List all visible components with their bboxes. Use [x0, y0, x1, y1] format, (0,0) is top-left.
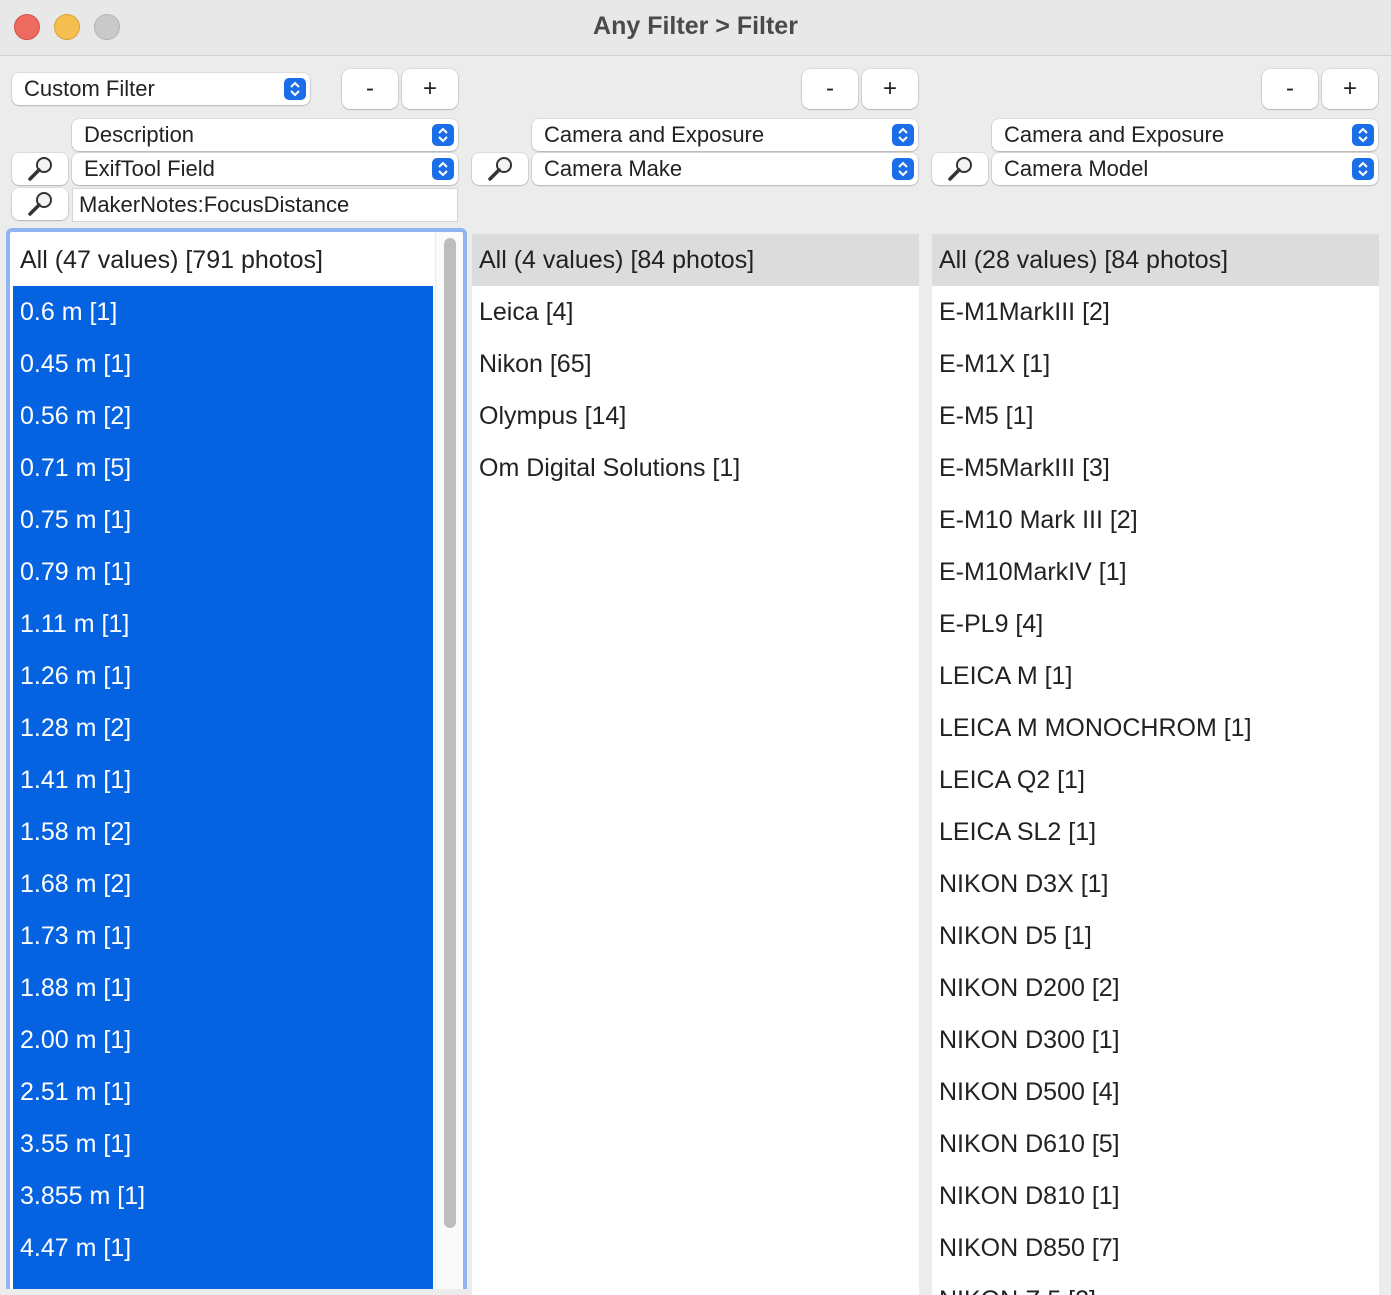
list-item[interactable]: NIKON D300 [1] — [932, 1014, 1379, 1066]
list-item[interactable]: 1.26 m [1] — [13, 650, 433, 702]
list-item[interactable]: 1.41 m [1] — [13, 754, 433, 806]
column-3-search-button[interactable] — [932, 153, 988, 185]
preset-popup-value: Custom Filter — [24, 76, 155, 101]
remove-column-2-button[interactable]: - — [802, 69, 858, 109]
camera-model-list[interactable]: All (28 values) [84 photos] E-M1MarkIII … — [932, 234, 1379, 1295]
window-title: Any Filter > Filter — [593, 12, 798, 40]
list-item[interactable]: E-PL9 [4] — [932, 598, 1379, 650]
list-item[interactable]: All (28 values) [84 photos] — [932, 234, 1379, 286]
list-item[interactable]: 4.47 m [1] — [13, 1222, 433, 1274]
column-1-category-value: Description — [84, 122, 195, 147]
list-item[interactable]: NIKON D810 [1] — [932, 1170, 1379, 1222]
up-down-chevron-icon — [432, 124, 454, 146]
up-down-chevron-icon — [892, 124, 914, 146]
column-2-field-popup[interactable]: Camera Make — [532, 153, 918, 185]
list-item[interactable]: 1.73 m [1] — [13, 910, 433, 962]
list-item[interactable]: LEICA Q2 [1] — [932, 754, 1379, 806]
list-item[interactable]: 1.68 m [2] — [13, 858, 433, 910]
column-1-search-button[interactable] — [12, 153, 68, 185]
list-item[interactable]: E-M5MarkIII [3] — [932, 442, 1379, 494]
list-item[interactable]: 2.00 m [1] — [13, 1014, 433, 1066]
column-2-category-popup[interactable]: Camera and Exposure — [532, 119, 918, 151]
column-2-field-value: Camera Make — [544, 156, 683, 181]
magnifier-icon — [948, 157, 972, 181]
list-item[interactable]: 2.51 m [1] — [13, 1066, 433, 1118]
add-column-2-button[interactable]: + — [862, 69, 918, 109]
list-item[interactable]: 1.11 m [1] — [13, 598, 433, 650]
list-item[interactable]: Olympus [14] — [472, 390, 919, 442]
camera-make-list[interactable]: All (4 values) [84 photos] Leica [4] Nik… — [472, 234, 919, 1295]
list-item[interactable]: E-M1X [1] — [932, 338, 1379, 390]
list-item[interactable]: 1.58 m [2] — [13, 806, 433, 858]
magnifier-icon — [488, 157, 512, 181]
list-item[interactable]: NIKON D500 [4] — [932, 1066, 1379, 1118]
up-down-chevron-icon — [284, 78, 306, 100]
up-down-chevron-icon — [432, 158, 454, 180]
list-item[interactable]: E-M10 Mark III [2] — [932, 494, 1379, 546]
list-item[interactable]: 0.75 m [1] — [13, 494, 433, 546]
list-item[interactable]: LEICA M [1] — [932, 650, 1379, 702]
column-2-category-value: Camera and Exposure — [544, 122, 765, 147]
scrollbar-thumb[interactable] — [444, 238, 456, 1228]
column-1-field-value: ExifTool Field — [84, 156, 215, 181]
list-item[interactable]: E-M5 [1] — [932, 390, 1379, 442]
column-3-field-popup[interactable]: Camera Model — [992, 153, 1378, 185]
list-item[interactable]: E-M10MarkIV [1] — [932, 546, 1379, 598]
list-item[interactable]: 0.79 m [1] — [13, 546, 433, 598]
column-2-search-button[interactable] — [472, 153, 528, 185]
title-bar: Any Filter > Filter — [0, 0, 1391, 56]
list-item[interactable]: NIKON D200 [2] — [932, 962, 1379, 1014]
column-1-category-popup[interactable]: Description — [72, 119, 458, 151]
list-item[interactable]: 0.71 m [5] — [13, 442, 433, 494]
list-item[interactable]: 3.55 m [1] — [13, 1118, 433, 1170]
up-down-chevron-icon — [1352, 124, 1374, 146]
list-item[interactable]: 4.72 m [2] — [13, 1274, 433, 1289]
list-item[interactable]: NIKON D850 [7] — [932, 1222, 1379, 1274]
list-item[interactable]: 3.855 m [1] — [13, 1170, 433, 1222]
custom-field-input[interactable]: MakerNotes:FocusDistance — [72, 188, 458, 222]
column-1-field-popup[interactable]: ExifTool Field — [72, 153, 458, 185]
scrollbar[interactable] — [435, 232, 463, 1289]
list-item[interactable]: 1.28 m [2] — [13, 702, 433, 754]
list-item[interactable]: NIKON D610 [5] — [932, 1118, 1379, 1170]
add-column-3-button[interactable]: + — [1322, 69, 1378, 109]
list-item[interactable]: 0.45 m [1] — [13, 338, 433, 390]
preset-popup[interactable]: Custom Filter — [12, 73, 310, 105]
list-item[interactable]: 1.88 m [1] — [13, 962, 433, 1014]
list-item[interactable]: All (47 values) [791 photos] — [13, 234, 433, 286]
up-down-chevron-icon — [1352, 158, 1374, 180]
column-1-field-search-button[interactable] — [12, 188, 68, 220]
column-3-category-popup[interactable]: Camera and Exposure — [992, 119, 1378, 151]
add-column-1-button[interactable]: + — [402, 69, 458, 109]
remove-column-3-button[interactable]: - — [1262, 69, 1318, 109]
up-down-chevron-icon — [892, 158, 914, 180]
magnifier-icon — [28, 192, 52, 216]
focus-distance-list[interactable]: All (47 values) [791 photos] 0.6 m [1] 0… — [6, 228, 467, 1289]
list-item[interactable]: 0.56 m [2] — [13, 390, 433, 442]
list-item[interactable]: LEICA SL2 [1] — [932, 806, 1379, 858]
magnifier-icon — [28, 157, 52, 181]
list-item[interactable]: NIKON Z 5 [2] — [932, 1274, 1379, 1295]
list-item[interactable]: E-M1MarkIII [2] — [932, 286, 1379, 338]
column-3-field-value: Camera Model — [1004, 156, 1149, 181]
list-item[interactable]: LEICA M MONOCHROM [1] — [932, 702, 1379, 754]
list-item[interactable]: NIKON D5 [1] — [932, 910, 1379, 962]
column-3-category-value: Camera and Exposure — [1004, 122, 1225, 147]
remove-column-1-button[interactable]: - — [342, 69, 398, 109]
list-item[interactable]: All (4 values) [84 photos] — [472, 234, 919, 286]
list-item[interactable]: Leica [4] — [472, 286, 919, 338]
list-item[interactable]: Om Digital Solutions [1] — [472, 442, 919, 494]
list-item[interactable]: Nikon [65] — [472, 338, 919, 390]
list-item[interactable]: NIKON D3X [1] — [932, 858, 1379, 910]
list-item[interactable]: 0.6 m [1] — [13, 286, 433, 338]
